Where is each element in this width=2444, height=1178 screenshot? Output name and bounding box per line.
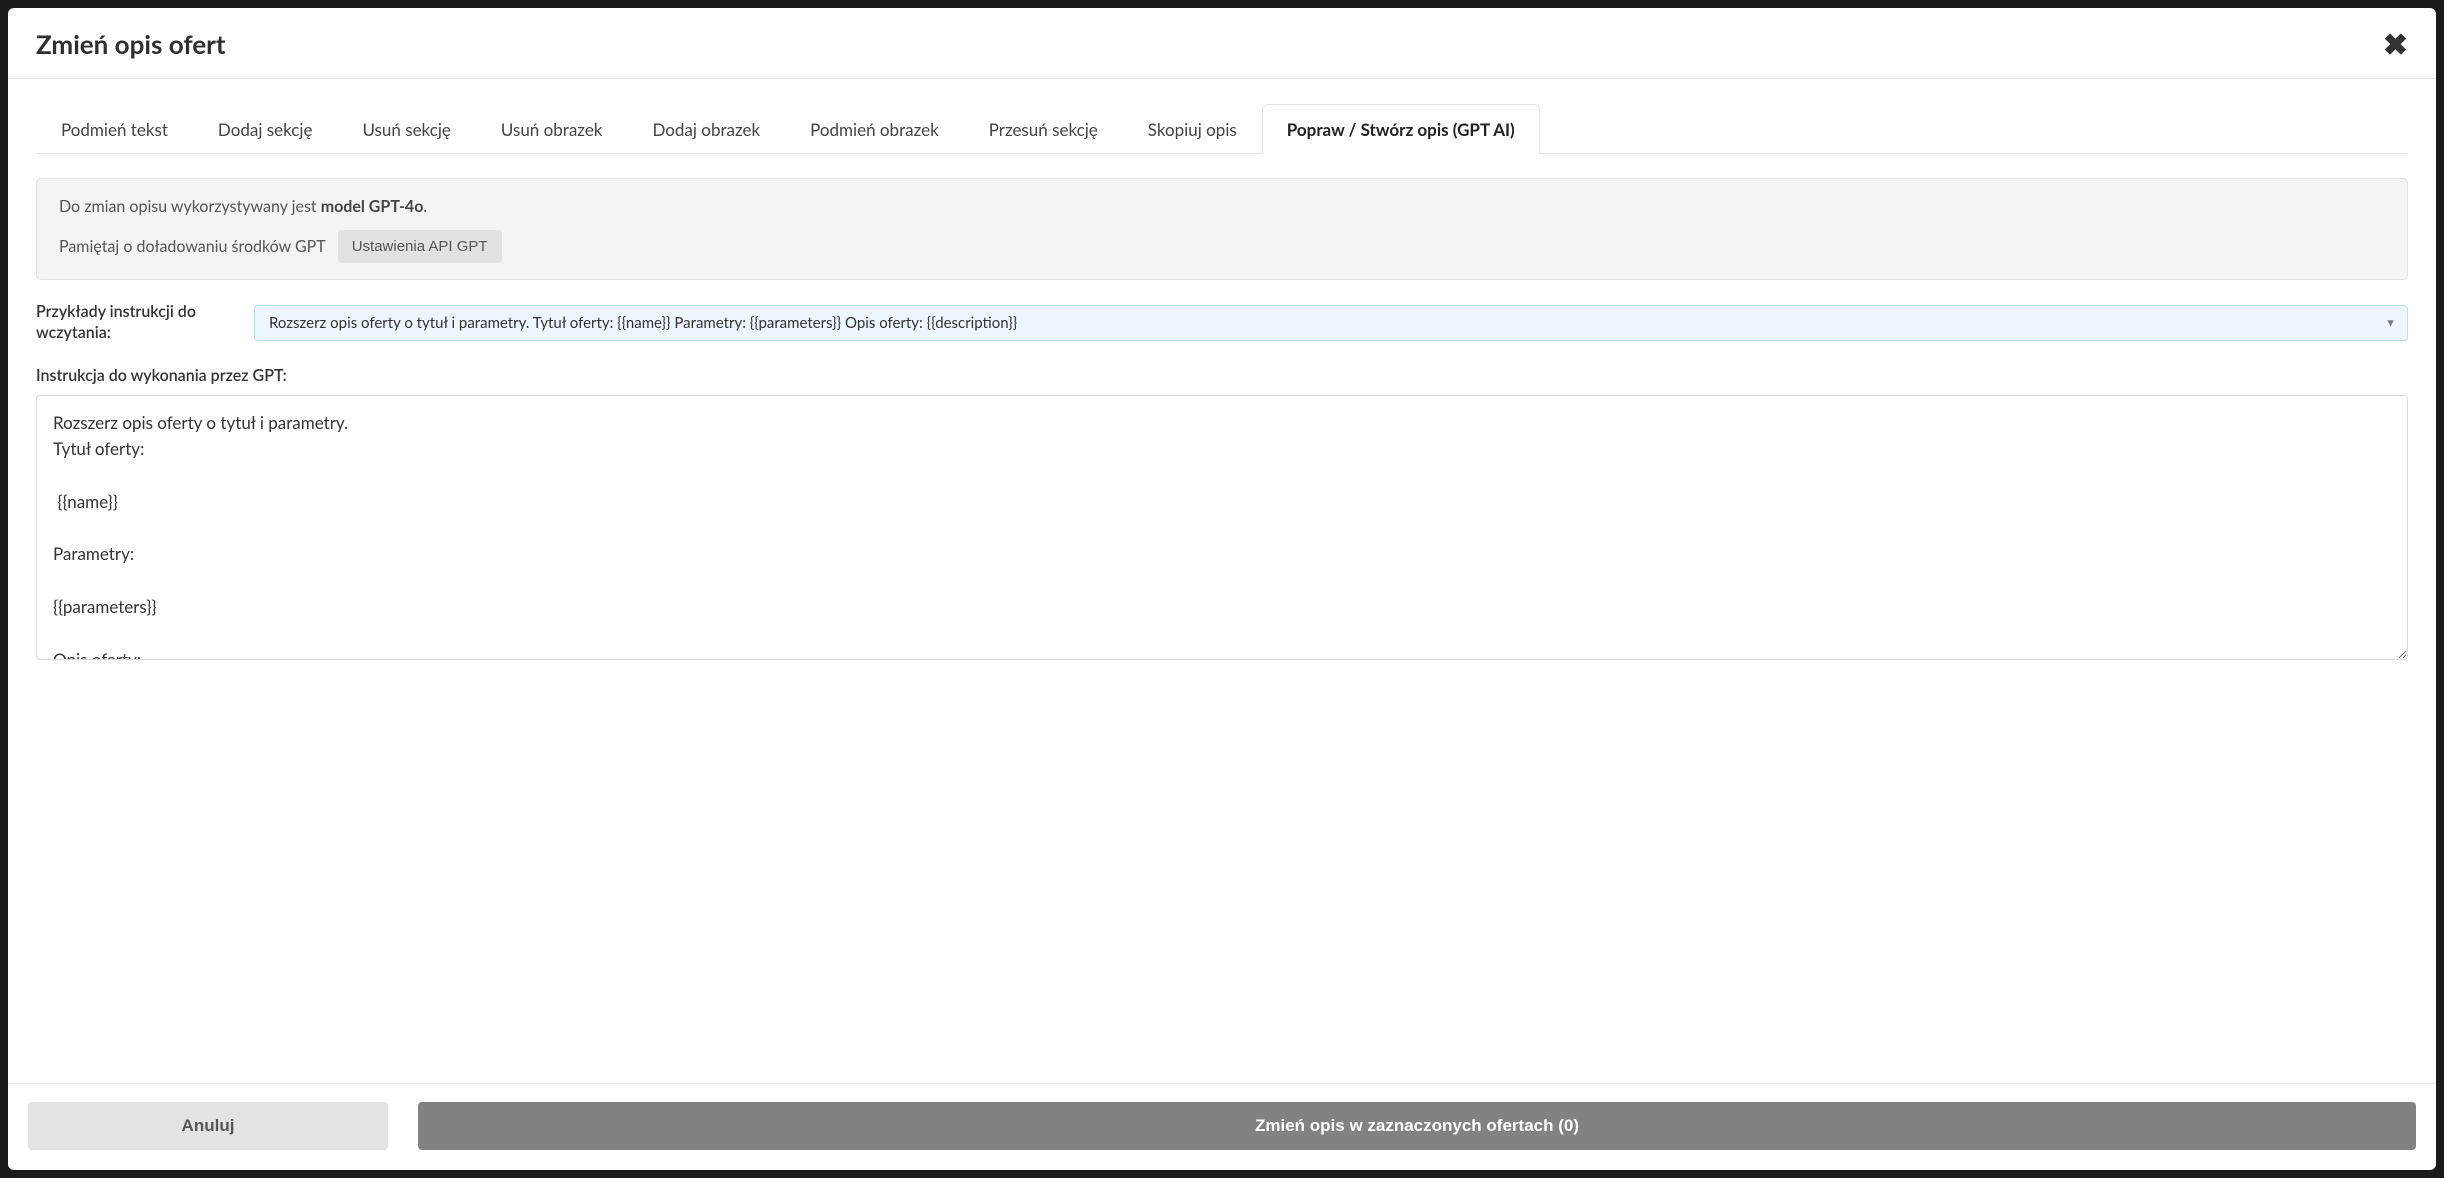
examples-label: Przykłady instrukcji do wczytania: bbox=[36, 302, 226, 344]
tab-7[interactable]: Skopiuj opis bbox=[1123, 104, 1262, 154]
info-credits-line: Pamiętaj o doładowaniu środków GPT Ustaw… bbox=[59, 230, 2385, 263]
tab-5[interactable]: Podmień obrazek bbox=[785, 104, 964, 154]
tab-8[interactable]: Popraw / Stwórz opis (GPT AI) bbox=[1262, 104, 1540, 154]
api-settings-button[interactable]: Ustawienia API GPT bbox=[338, 230, 502, 263]
instruction-label: Instrukcja do wykonania przez GPT: bbox=[36, 366, 2408, 385]
info-model-prefix: Do zmian opisu wykorzystywany jest bbox=[59, 197, 321, 216]
tabs: Podmień tekstDodaj sekcjęUsuń sekcjęUsuń… bbox=[36, 103, 2408, 154]
tab-3[interactable]: Usuń obrazek bbox=[476, 104, 628, 154]
submit-button[interactable]: Zmień opis w zaznaczonych ofertach (0) bbox=[418, 1102, 2416, 1150]
modal-body: Podmień tekstDodaj sekcjęUsuń sekcjęUsuń… bbox=[8, 79, 2436, 1083]
modal-header: Zmień opis ofert ✖ bbox=[8, 8, 2436, 79]
info-model-name: model GPT-4o bbox=[321, 197, 424, 216]
tab-4[interactable]: Dodaj obrazek bbox=[627, 104, 785, 154]
tab-2[interactable]: Usuń sekcję bbox=[337, 104, 475, 154]
examples-select-wrap: Rozszerz opis oferty o tytuł i parametry… bbox=[254, 305, 2408, 341]
modal-footer: Anuluj Zmień opis w zaznaczonych ofertac… bbox=[8, 1083, 2436, 1170]
tab-1[interactable]: Dodaj sekcję bbox=[193, 104, 338, 154]
info-credits-text: Pamiętaj o doładowaniu środków GPT bbox=[59, 237, 326, 256]
examples-select[interactable]: Rozszerz opis oferty o tytuł i parametry… bbox=[254, 305, 2408, 341]
instruction-textarea[interactable] bbox=[36, 395, 2408, 660]
cancel-button[interactable]: Anuluj bbox=[28, 1102, 388, 1150]
info-box: Do zmian opisu wykorzystywany jest model… bbox=[36, 178, 2408, 280]
examples-row: Przykłady instrukcji do wczytania: Rozsz… bbox=[36, 302, 2408, 344]
info-model-suffix: . bbox=[423, 197, 427, 216]
info-model-line: Do zmian opisu wykorzystywany jest model… bbox=[59, 197, 2385, 216]
tab-6[interactable]: Przesuń sekcję bbox=[964, 104, 1123, 154]
modal-dialog: Zmień opis ofert ✖ Podmień tekstDodaj se… bbox=[8, 8, 2436, 1170]
tab-0[interactable]: Podmień tekst bbox=[36, 104, 193, 154]
close-icon[interactable]: ✖ bbox=[2383, 29, 2408, 59]
modal-title: Zmień opis ofert bbox=[36, 28, 226, 60]
